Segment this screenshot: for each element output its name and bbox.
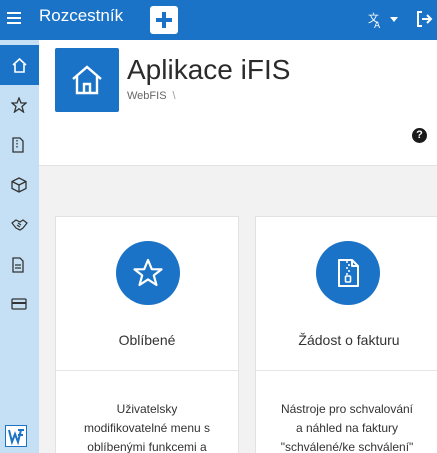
breadcrumb-separator: \ — [172, 90, 176, 102]
home-icon — [12, 57, 27, 73]
tile-description-line: oblíbenými funkcemi a — [87, 440, 207, 453]
home-icon — [72, 65, 102, 95]
app-title: Rozcestník — [39, 6, 124, 25]
sidebar-item-documents[interactable] — [0, 245, 39, 285]
tile-divider — [56, 370, 238, 371]
tile-icon-circle — [316, 241, 380, 305]
document-zipper-icon — [12, 137, 24, 153]
tile-description-line: Nástroje pro schvalování — [280, 402, 414, 416]
tile-description-line: Uživatelsky — [116, 402, 178, 416]
sidebar-item-favorites[interactable] — [0, 85, 39, 125]
page-title: Aplikace iFIS — [127, 54, 291, 85]
svg-text:A: A — [374, 21, 381, 30]
star-icon — [11, 97, 27, 113]
tile-title: Žádost o fakturu — [298, 332, 400, 348]
add-button[interactable] — [150, 6, 178, 34]
sidebar-item-partners[interactable] — [0, 205, 39, 245]
hamburger-menu-icon[interactable] — [7, 12, 21, 26]
sidebar — [0, 40, 39, 453]
tile-icon-circle — [116, 241, 180, 305]
credit-card-icon — [11, 298, 27, 310]
tile-description-line: "schválené/ke schválení" — [280, 440, 414, 453]
language-button[interactable]: 文 A — [366, 10, 402, 31]
document-icon — [12, 257, 24, 273]
top-bar: Rozcestník 文 A — [0, 0, 437, 40]
tile-description-line: a náhled na faktury — [295, 421, 399, 435]
tile-description: Nástroje pro schvalování a náhled na fak… — [266, 400, 428, 453]
tile-invoice-request[interactable]: Žádost o fakturu Nástroje pro schvalován… — [255, 216, 437, 453]
logout-icon — [417, 11, 433, 27]
tile-favorites[interactable]: Oblíbené Uživatelsky modifikovatelné men… — [55, 216, 239, 453]
translate-icon: 文 A — [368, 11, 398, 31]
tile-title: Oblíbené — [118, 332, 176, 348]
sidebar-item-home[interactable] — [0, 45, 39, 85]
page-header: Aplikace iFIS WebFIS \ ? — [39, 40, 437, 166]
ifis-logo-icon[interactable] — [5, 425, 27, 447]
sidebar-item-invoices[interactable] — [0, 125, 39, 165]
tile-divider — [256, 370, 437, 371]
box-icon — [11, 177, 27, 193]
breadcrumb-item[interactable]: WebFIS — [127, 90, 167, 102]
sidebar-item-payments[interactable] — [0, 285, 39, 325]
breadcrumb: WebFIS \ — [127, 90, 176, 102]
help-icon[interactable]: ? — [412, 128, 427, 143]
zip-document-icon — [338, 259, 359, 287]
plus-icon — [156, 12, 172, 28]
tile-description-line: modifikovatelné menu s — [83, 421, 211, 435]
logout-button[interactable] — [415, 10, 433, 28]
handshake-icon — [11, 219, 28, 231]
sidebar-item-assets[interactable] — [0, 165, 39, 205]
tile-description: Uživatelsky modifikovatelné menu s oblíb… — [66, 400, 228, 453]
star-icon — [133, 258, 163, 287]
header-badge — [55, 48, 119, 112]
